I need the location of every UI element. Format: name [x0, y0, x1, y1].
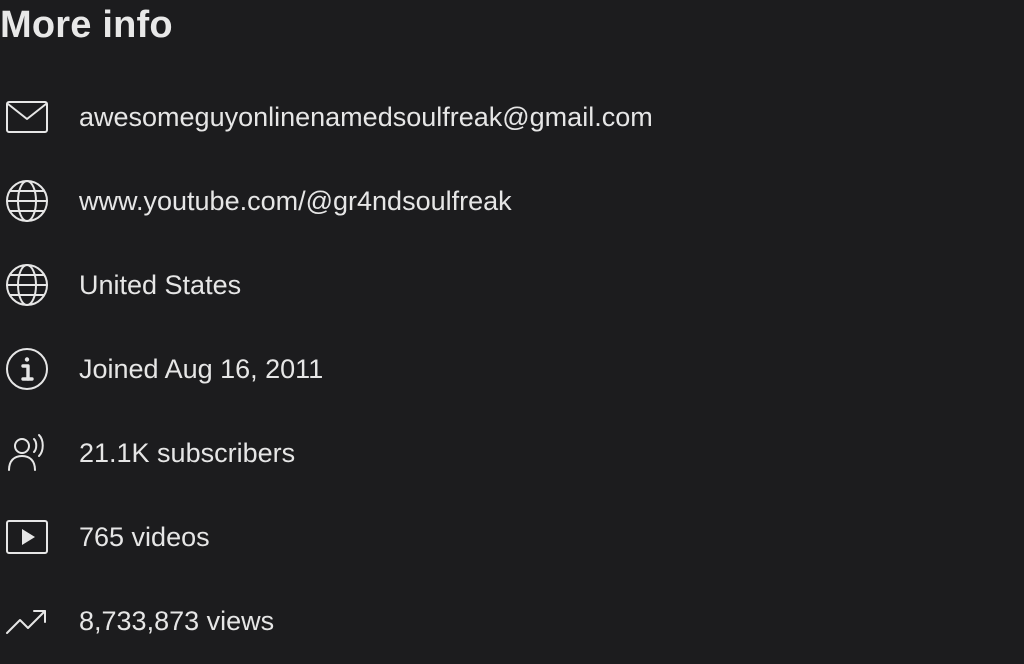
- globe-icon: [0, 258, 54, 312]
- subscribers-icon: [0, 426, 54, 480]
- info-row-country: United States: [0, 243, 1024, 327]
- trending-up-icon: [0, 594, 54, 648]
- info-row-subscribers: 21.1K subscribers: [0, 411, 1024, 495]
- channel-url-link[interactable]: www.youtube.com/@gr4ndsoulfreak: [79, 186, 512, 217]
- email-link[interactable]: awesomeguyonlinenamedsoulfreak@gmail.com: [79, 102, 653, 133]
- info-row-views: 8,733,873 views: [0, 579, 1024, 663]
- globe-icon: [0, 174, 54, 228]
- info-row-joined: Joined Aug 16, 2011: [0, 327, 1024, 411]
- info-icon: [0, 342, 54, 396]
- info-row-website: www.youtube.com/@gr4ndsoulfreak: [0, 159, 1024, 243]
- joined-date-text: Joined Aug 16, 2011: [79, 353, 324, 384]
- info-list: awesomeguyonlinenamedsoulfreak@gmail.com…: [0, 75, 1024, 663]
- video-play-icon: [0, 510, 54, 564]
- subscriber-count-text: 21.1K subscribers: [79, 437, 296, 468]
- more-info-panel: More info awesomeguyonlinenamedsoulfreak…: [0, 0, 1024, 664]
- info-row-videos: 765 videos: [0, 495, 1024, 579]
- more-info-title: More info: [0, 4, 173, 46]
- video-count-text: 765 videos: [79, 521, 210, 552]
- info-row-email: awesomeguyonlinenamedsoulfreak@gmail.com: [0, 75, 1024, 159]
- view-count-text: 8,733,873 views: [79, 605, 275, 636]
- mail-icon: [0, 90, 54, 144]
- country-text: United States: [79, 269, 242, 300]
